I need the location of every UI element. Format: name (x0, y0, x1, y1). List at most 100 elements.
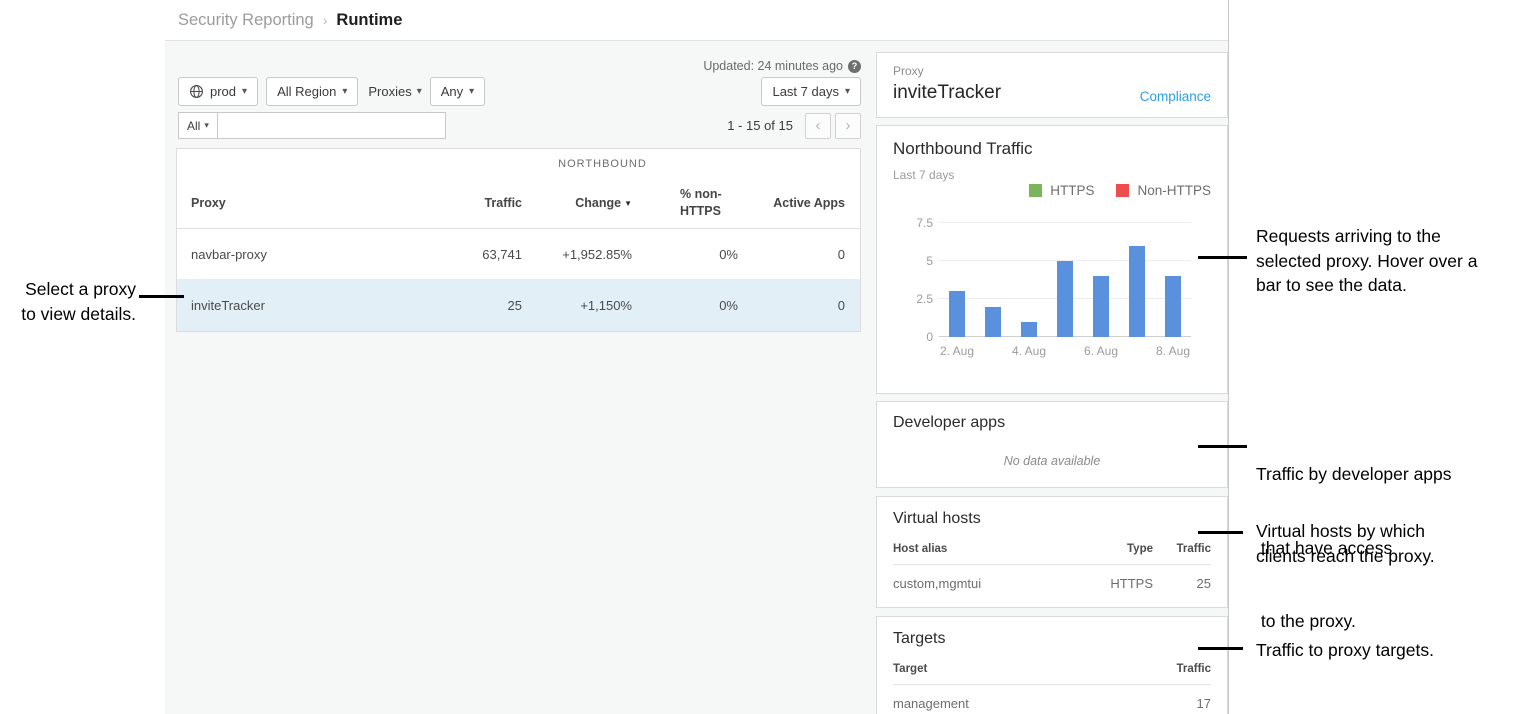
proxy-table: NORTHBOUND Proxy Traffic Change▼ % non-H… (176, 148, 861, 332)
cell-host-alias: custom,mgmtui (893, 576, 1073, 591)
cell-traffic: 25 (1153, 576, 1211, 591)
column-header-host-alias: Host alias (893, 543, 1073, 555)
breadcrumb-separator-icon: › (323, 12, 328, 28)
chart-x-tick-label (975, 344, 1011, 358)
callout-line (139, 295, 184, 298)
column-header-type: Type (1073, 543, 1153, 555)
cell-non-https: 0% (632, 298, 738, 313)
cell-proxy-name: inviteTracker (177, 298, 427, 313)
chart-y-tick-label: 2.5 (916, 292, 933, 306)
date-range-dropdown[interactable]: Last 7 days ▾ (761, 77, 861, 106)
chart-x-tick-label (1047, 344, 1083, 358)
proxies-dropdown[interactable]: Proxies ▾ (368, 84, 421, 99)
column-header-active-apps[interactable]: Active Apps (738, 196, 860, 210)
pagination: 1 - 15 of 15 ‹ › (727, 113, 861, 139)
targets-header-row: Target Traffic (893, 663, 1211, 685)
page: Security Reporting › Runtime Updated: 24… (0, 0, 1516, 714)
table-row[interactable]: inviteTracker 25 +1,150% 0% 0 (177, 280, 860, 331)
proxy-detail-card: Proxy inviteTracker Compliance (876, 52, 1228, 118)
filter-toolbar: prod ▾ All Region ▾ Proxies ▾ Any ▾ Last… (178, 77, 861, 106)
help-icon[interactable]: ? (848, 60, 861, 73)
chevron-down-icon: ▾ (469, 86, 474, 97)
proxies-label: Proxies (368, 84, 411, 99)
sort-desc-icon: ▼ (624, 199, 632, 208)
environment-value: prod (210, 84, 236, 99)
cell-non-https: 0% (632, 247, 738, 262)
chart-bar[interactable] (1021, 322, 1037, 337)
virtual-host-row[interactable]: custom,mgmtui HTTPS 25 (893, 565, 1211, 602)
chart-bar[interactable] (1057, 261, 1073, 337)
pagination-count: 1 - 15 of 15 (727, 118, 793, 133)
next-page-button[interactable]: › (835, 113, 861, 139)
annotation-requests: Requests arriving to the selected proxy.… (1256, 224, 1477, 298)
chart-x-axis: 2. Aug4. Aug6. Aug8. Aug (939, 344, 1191, 358)
column-header-non-https[interactable]: % non-HTTPS (632, 186, 738, 220)
targets-card: Targets Target Traffic management 17 (876, 616, 1228, 714)
cell-traffic: 25 (427, 298, 522, 313)
targets-title: Targets (893, 617, 1211, 648)
chart-y-tick-label: 0 (926, 330, 933, 344)
compliance-link[interactable]: Compliance (1140, 89, 1211, 104)
chart-y-axis: 02.557.5 (893, 223, 933, 337)
column-header-proxy[interactable]: Proxy (177, 196, 427, 210)
globe-icon (189, 84, 204, 99)
breadcrumb-parent-link[interactable]: Security Reporting (178, 11, 314, 30)
breadcrumb: Security Reporting › Runtime (165, 0, 1228, 41)
callout-line (1198, 647, 1243, 650)
search-scope-value: All (187, 119, 200, 133)
legend-nonhttps-label: Non-HTTPS (1137, 183, 1211, 198)
chart-x-tick-label: 6. Aug (1083, 344, 1119, 358)
search-scope-dropdown[interactable]: All ▾ (178, 112, 218, 139)
virtual-hosts-header-row: Host alias Type Traffic (893, 543, 1211, 565)
chart-x-tick-label (1119, 344, 1155, 358)
legend-https-label: HTTPS (1050, 183, 1094, 198)
northbound-traffic-card: Northbound Traffic Last 7 days HTTPS Non… (876, 125, 1228, 394)
virtual-hosts-card: Virtual hosts Host alias Type Traffic cu… (876, 496, 1228, 608)
cell-target: management (893, 696, 1153, 711)
search-toolbar: All ▾ 1 - 15 of 15 ‹ › (178, 112, 861, 139)
chart-title: Northbound Traffic (877, 126, 1227, 159)
updated-text: Updated: 24 minutes ago (703, 59, 843, 73)
annotation-select-proxy: Select a proxy to view details. (0, 277, 136, 327)
chart-y-tick-label: 5 (926, 254, 933, 268)
legend-https-swatch (1029, 184, 1042, 197)
chevron-down-icon: ▾ (204, 120, 209, 131)
any-value: Any (441, 84, 463, 99)
column-header-change[interactable]: Change▼ (522, 196, 632, 210)
cell-proxy-name: navbar-proxy (177, 247, 427, 262)
annotation-virtual-hosts: Virtual hosts by which clients reach the… (1256, 519, 1435, 568)
environment-dropdown[interactable]: prod ▾ (178, 77, 258, 106)
chart-bar[interactable] (1165, 276, 1181, 337)
column-header-traffic[interactable]: Traffic (427, 196, 522, 210)
chart-legend: HTTPS Non-HTTPS (1029, 183, 1211, 198)
previous-page-button[interactable]: ‹ (805, 113, 831, 139)
chevron-down-icon: ▾ (417, 86, 422, 97)
column-header-traffic: Traffic (1153, 543, 1211, 555)
proxy-label: Proxy (893, 64, 1211, 78)
developer-apps-card: Developer apps No data available (876, 401, 1228, 488)
table-row[interactable]: navbar-proxy 63,741 +1,952.85% 0% 0 (177, 229, 860, 280)
chart-plot (939, 223, 1191, 337)
updated-status: Updated: 24 minutes ago ? (178, 59, 861, 73)
virtual-hosts-title: Virtual hosts (893, 497, 1211, 528)
chart-x-tick-label: 8. Aug (1155, 344, 1191, 358)
search-input[interactable] (218, 112, 446, 139)
cell-change: +1,952.85% (522, 247, 632, 262)
chart-bar[interactable] (985, 307, 1001, 337)
table-group-header: NORTHBOUND (177, 149, 860, 178)
any-dropdown[interactable]: Any ▾ (430, 77, 485, 106)
column-header-target: Target (893, 663, 1153, 675)
annotation-targets: Traffic to proxy targets. (1256, 638, 1434, 663)
column-header-traffic: Traffic (1153, 663, 1211, 675)
date-range-value: Last 7 days (772, 84, 839, 99)
chart-bar[interactable] (949, 291, 965, 337)
chart-bar[interactable] (1093, 276, 1109, 337)
page-title: Runtime (336, 11, 402, 30)
chevron-down-icon: ▾ (845, 86, 850, 97)
chart-bar[interactable] (1129, 246, 1145, 337)
chart-subtitle: Last 7 days (877, 159, 1227, 182)
target-row[interactable]: management 17 (893, 685, 1211, 714)
chart-x-tick-label: 4. Aug (1011, 344, 1047, 358)
region-dropdown[interactable]: All Region ▾ (266, 77, 358, 106)
no-data-message: No data available (893, 454, 1211, 468)
